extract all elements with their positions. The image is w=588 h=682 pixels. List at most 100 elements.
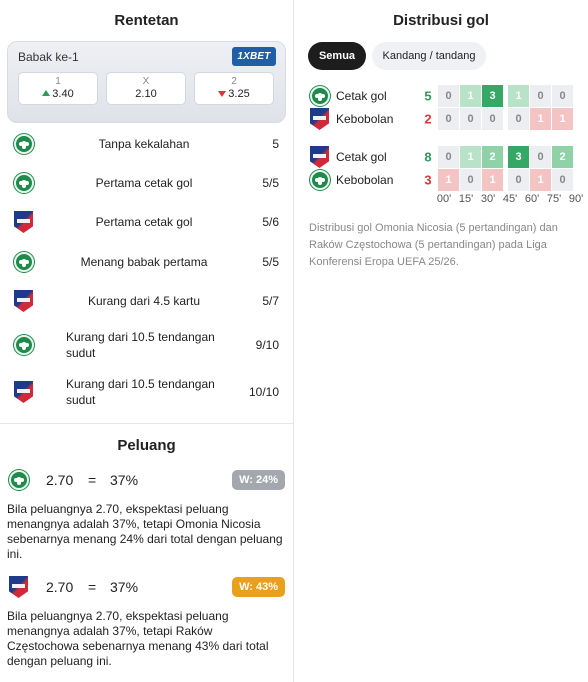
streak-row: Kurang dari 4.5 kartu 5/7: [0, 281, 293, 321]
omonia-logo-icon: [14, 252, 34, 272]
distribution-cells: 0 1 3 1 0 0: [438, 85, 573, 107]
distribution-title: Distribusi gol: [393, 12, 489, 29]
distribution-total: 2: [424, 111, 432, 127]
streak-text: Kurang dari 10.5 tendangan sudut: [66, 330, 215, 360]
distribution-row-label: Kebobolan: [336, 112, 394, 126]
streak-count: 5/5: [262, 255, 279, 269]
distribution-cell: 1: [552, 108, 573, 130]
streak-row: Kurang dari 10.5 tendangan sudut 9/10: [0, 325, 293, 365]
streak-text: Kurang dari 10.5 tendangan sudut: [66, 377, 215, 407]
streak-count: 9/10: [255, 338, 279, 352]
minute-tick: 45': [502, 193, 518, 205]
distribution-row-label: Cetak gol: [336, 150, 387, 164]
streak-count: 5/7: [262, 294, 279, 308]
omonia-logo-icon: [9, 470, 29, 490]
distribution-cell: 0: [438, 146, 459, 168]
rakow-logo-icon: [14, 290, 33, 312]
odd-away-button[interactable]: 2 3.25: [194, 72, 274, 105]
minute-tick: 00': [436, 193, 452, 205]
omonia-logo-icon: [310, 86, 330, 106]
streak-text: Kurang dari 4.5 kartu: [87, 294, 201, 308]
distribution-cell: 1: [482, 169, 503, 191]
distribution-cell: 1: [460, 85, 481, 107]
distribution-total: 3: [424, 172, 432, 188]
odds-round-label: Babak ke-1: [18, 50, 79, 64]
distribution-cell: 0: [460, 108, 481, 130]
minute-tick: 75': [546, 193, 562, 205]
odd-home-button[interactable]: 1 3.40: [18, 72, 98, 105]
rakow-logo-icon: [310, 146, 329, 168]
rakow-logo-icon: [14, 211, 33, 233]
distribution-total: 5: [424, 88, 432, 104]
streak-count: 10/10: [248, 385, 279, 399]
distribution-cell: 2: [552, 146, 573, 168]
chance-odd: 2.70: [46, 472, 74, 488]
chance-equals: =: [88, 579, 97, 595]
distribution-row: Cetak gol 8 0 1 2 3 0 2: [306, 146, 576, 168]
streak-text: Pertama cetak gol: [95, 176, 193, 190]
omonia-logo-icon: [14, 134, 34, 154]
streak-row: Menang babak pertama 5/5: [0, 242, 293, 282]
distribution-cells: 0 1 2 3 0 2: [438, 146, 573, 168]
streak-title: Rentetan: [114, 12, 179, 29]
distribution-cell: 1: [530, 108, 551, 130]
distribution-cell: 0: [530, 146, 551, 168]
horizontal-divider: [0, 423, 293, 424]
distribution-row-label: Cetak gol: [336, 89, 387, 103]
omonia-logo-icon: [14, 173, 34, 193]
omonia-logo-icon: [14, 335, 34, 355]
streak-row: Kurang dari 10.5 tendangan sudut 10/10: [0, 372, 293, 412]
distribution-cell: 0: [530, 85, 551, 107]
distribution-row: Kebobolan 2 0 0 0 0 1 1: [306, 108, 576, 130]
distribution-cell: 0: [482, 108, 503, 130]
chance-row: 2.70 = 37% W: 43%: [0, 573, 293, 601]
streak-text: Menang babak pertama: [80, 255, 208, 269]
minute-tick: 30': [480, 193, 496, 205]
tab-home-away[interactable]: Kandang / tandang: [372, 42, 486, 70]
bookmaker-logo[interactable]: 1XBET: [232, 47, 276, 66]
distribution-cell: 2: [482, 146, 503, 168]
distribution-row: Kebobolan 3 1 0 1 0 1 0: [306, 169, 576, 191]
distribution-cell: 0: [552, 85, 573, 107]
vertical-divider: [293, 0, 294, 682]
odd-home-label: 1: [55, 76, 61, 87]
distribution-total: 8: [424, 149, 432, 165]
odd-home-value: 3.40: [52, 88, 74, 100]
rakow-logo-icon: [310, 108, 329, 130]
rakow-logo-icon: [9, 576, 28, 598]
minute-tick: 90': [568, 193, 584, 205]
chance-equals: =: [88, 472, 97, 488]
distribution-row: Cetak gol 5 0 1 3 1 0 0: [306, 85, 576, 107]
distribution-cell: 0: [552, 169, 573, 191]
trend-up-icon: [42, 90, 51, 96]
rakow-logo-icon: [14, 381, 33, 403]
tab-all[interactable]: Semua: [308, 42, 366, 70]
trend-down-icon: [218, 91, 227, 97]
win-rate-badge: W: 43%: [232, 577, 285, 597]
odd-away-value-wrap: 3.25: [195, 88, 273, 101]
distribution-row-label: Kebobolan: [336, 173, 394, 187]
distribution-cell: 0: [508, 108, 529, 130]
win-rate-badge: W: 24%: [232, 470, 285, 490]
distribution-cell: 0: [460, 169, 481, 191]
streak-row: Tanpa kekalahan 5: [0, 124, 293, 164]
omonia-logo-icon: [310, 170, 330, 190]
odd-home-value-wrap: 3.40: [19, 88, 97, 101]
chance-description: Bila peluangnya 2.70, ekspektasi peluang…: [7, 609, 269, 668]
distribution-cell: 0: [508, 169, 529, 191]
streak-count: 5/5: [262, 176, 279, 190]
streak-row: Pertama cetak gol 5/6: [0, 202, 293, 242]
chance-odd: 2.70: [46, 579, 74, 595]
chance-percent: 37%: [110, 472, 139, 488]
chance-description: Bila peluangnya 2.70, ekspektasi peluang…: [7, 502, 283, 561]
streak-count: 5/6: [262, 215, 279, 229]
odd-draw-label: X: [142, 76, 150, 87]
distribution-cell: 1: [438, 169, 459, 191]
chance-percent: 37%: [110, 579, 139, 595]
distribution-cell: 3: [482, 85, 503, 107]
streak-count: 5: [272, 137, 279, 151]
odd-draw-button[interactable]: X 2.10: [106, 72, 186, 105]
chances-title: Peluang: [117, 437, 176, 454]
streak-text: Pertama cetak gol: [95, 215, 193, 229]
odds-card[interactable]: Babak ke-1 1XBET 1 3.40 X 2.10 2 3.25: [7, 41, 286, 123]
